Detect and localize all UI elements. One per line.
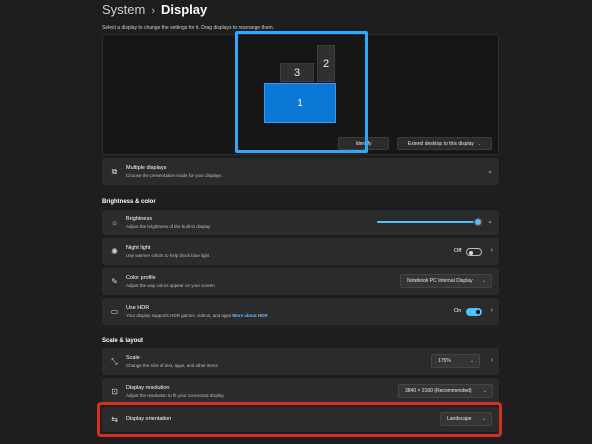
color-profile-title: Color profile [126,275,156,281]
section-scale-layout: Scale & layout [102,338,144,344]
hdr-subtitle-text: Your display supports HDR games, videos,… [126,313,232,318]
chevron-down-icon: ⌄ [477,141,482,146]
hdr-state: On [454,308,462,314]
night-light-title: Night light [126,245,151,251]
sun-icon: ☼ [110,218,119,227]
night-light-state: Off [454,248,462,254]
highlight-box-orientation [97,402,502,437]
chevron-down-icon[interactable]: ⌄ [487,217,493,225]
resolution-value: 3840 × 2160 (Recommended) [405,388,472,394]
resolution-subtitle: Adjust the resolution to fit your connec… [126,393,224,398]
brightness-subtitle: Adjust the brightness of the built-in di… [126,224,211,229]
multiple-displays-title: Multiple displays [126,165,167,171]
resolution-title: Display resolution [126,385,170,391]
hdr-icon: ▭ [110,307,119,316]
chevron-right-icon[interactable]: › [491,247,493,254]
breadcrumb-system[interactable]: System [102,2,145,17]
extend-desktop-dropdown[interactable]: Extend desktop to this display ⌄ [397,137,492,150]
color-profile-value: Notebook PC Internal Display [407,278,473,284]
pen-icon: ✎ [111,277,118,286]
color-profile-subtitle: Adjust the way colors appear on your scr… [126,283,215,288]
resolution-dropdown[interactable]: 3840 × 2160 (Recommended) ⌄ [398,384,493,398]
brightness-slider-thumb[interactable] [475,219,481,225]
hdr-row[interactable]: ▭ Use HDR Your display supports HDR game… [102,298,499,325]
page-title: Display [161,2,208,17]
highlight-box-monitors [235,31,368,153]
more-about-hdr-link[interactable]: More about HDR [232,313,267,318]
scale-value: 175% [438,358,451,364]
extend-label: Extend desktop to this display [407,140,474,147]
color-profile-row: ✎ Color profile Adjust the way colors ap… [102,268,499,295]
scale-title: Scale [126,355,140,361]
chevron-down-icon: ⌄ [481,278,486,284]
multiple-displays-row[interactable]: ⧉ Multiple displays Choose the presentat… [102,158,499,185]
brightness-slider-track[interactable] [377,221,478,223]
section-brightness-color: Brightness & color [102,199,156,205]
hdr-subtitle: Your display supports HDR games, videos,… [126,313,268,318]
resolution-icon: ⊡ [111,387,118,396]
chevron-right-icon: › [151,5,156,17]
scale-icon: ⤡ [111,357,118,366]
night-light-row[interactable]: ✺ Night light Use warmer colors to help … [102,238,499,265]
chevron-right-icon[interactable]: › [491,357,493,364]
multiple-displays-icon: ⧉ [111,167,118,176]
chevron-down-icon[interactable]: ⌄ [487,167,493,175]
multiple-displays-subtitle: Choose the presentation mode for your di… [126,173,222,178]
brightness-title: Brightness [126,216,152,222]
night-light-toggle[interactable] [466,248,482,256]
night-light-subtitle: Use warmer colors to help block blue lig… [126,253,210,258]
resolution-row: ⊡ Display resolution Adjust the resoluti… [102,378,499,405]
chevron-right-icon[interactable]: › [491,307,493,314]
scale-dropdown[interactable]: 175% ⌄ [431,354,480,368]
chevron-down-icon: ⌄ [482,388,487,394]
breadcrumb: System › Display [102,2,207,17]
hdr-title: Use HDR [126,305,150,311]
scale-subtitle: Change the size of text, apps, and other… [126,363,218,368]
scale-row: ⤡ Scale Change the size of text, apps, a… [102,348,499,375]
chevron-down-icon: ⌄ [469,358,474,364]
color-profile-dropdown[interactable]: Notebook PC Internal Display ⌄ [400,274,492,288]
night-light-icon: ✺ [111,247,118,256]
hdr-toggle[interactable] [466,308,482,316]
